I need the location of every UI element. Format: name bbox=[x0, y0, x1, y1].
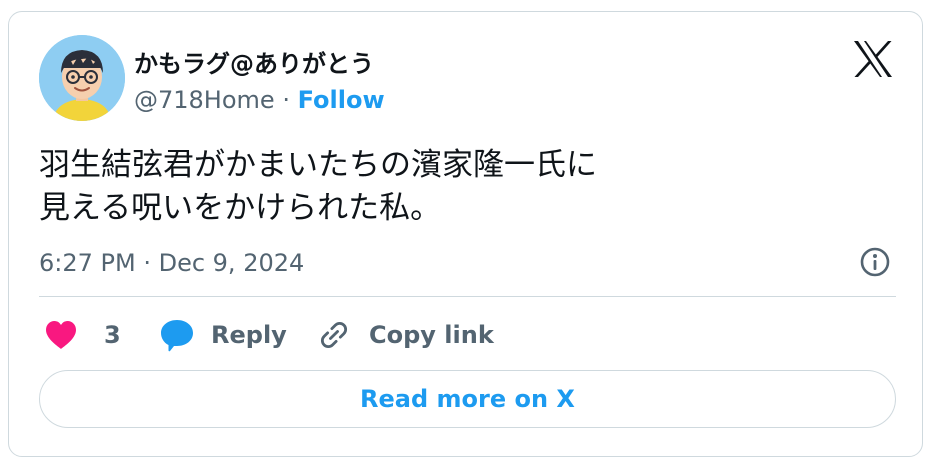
x-logo-icon[interactable] bbox=[853, 40, 893, 78]
tweet-text: 羽生結弦君がかまいたちの濱家隆一氏に 見える呪いをかけられた私。 bbox=[39, 144, 597, 230]
tweet-text-line: 見える呪いをかけられた私。 bbox=[39, 190, 442, 226]
author-display-name[interactable]: かもラグ@ありがとう bbox=[134, 44, 374, 79]
reply-label: Reply bbox=[211, 321, 287, 349]
reply-button[interactable]: Reply bbox=[159, 317, 287, 353]
embedded-tweet-card: かもラグ@ありがとう @718Home · Follow 羽生結弦君がかまいたち… bbox=[8, 11, 923, 457]
avatar-illustration bbox=[39, 35, 125, 121]
handle-separator: · bbox=[282, 86, 290, 114]
avatar[interactable] bbox=[39, 35, 125, 121]
link-icon bbox=[320, 321, 348, 349]
like-button[interactable]: 3 bbox=[44, 317, 121, 353]
tweet-text-line: 羽生結弦君がかまいたちの濱家隆一氏に bbox=[39, 147, 597, 183]
speech-bubble-icon bbox=[161, 320, 193, 352]
read-more-button[interactable]: Read more on X bbox=[39, 370, 896, 428]
like-count: 3 bbox=[104, 321, 121, 349]
tweet-timestamp[interactable]: 6:27 PM · Dec 9, 2024 bbox=[39, 249, 304, 277]
author-handle[interactable]: @718Home bbox=[134, 86, 275, 114]
info-icon[interactable] bbox=[859, 246, 891, 278]
author-handle-row: @718Home · Follow bbox=[134, 86, 385, 114]
copy-link-button[interactable]: Copy link bbox=[317, 317, 494, 353]
follow-button[interactable]: Follow bbox=[298, 86, 385, 114]
heart-icon bbox=[46, 321, 76, 349]
divider bbox=[39, 296, 896, 297]
copy-link-label: Copy link bbox=[369, 321, 494, 349]
